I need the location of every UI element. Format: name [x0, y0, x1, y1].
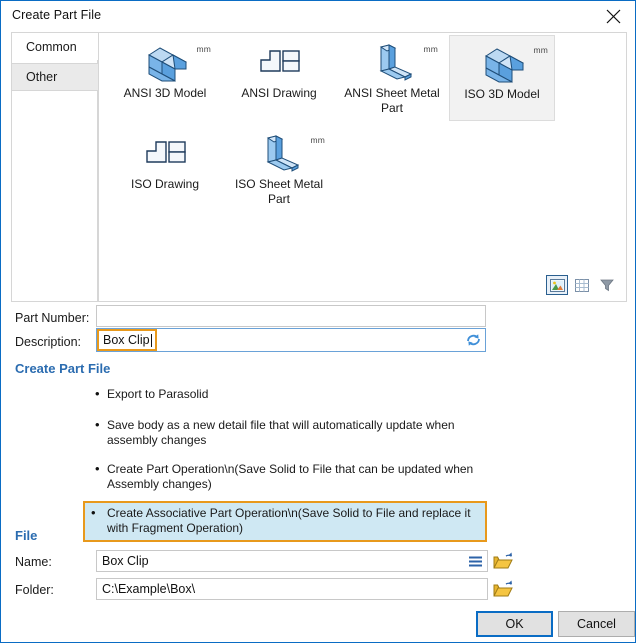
create-part-file-heading: Create Part File — [15, 361, 111, 376]
file-heading: File — [15, 528, 38, 543]
close-icon[interactable] — [591, 1, 635, 31]
unit-badge: mm — [533, 45, 548, 55]
tab-other[interactable]: Other — [11, 63, 99, 91]
tile-label: ANSI Sheet Metal Part — [344, 86, 440, 115]
part-number-input[interactable] — [96, 305, 486, 327]
sheet-metal-icon: mm — [360, 41, 438, 85]
option-save-body-as-detail-file[interactable]: Save body as a new detail file that will… — [89, 415, 493, 452]
drawing-sheet-icon — [133, 132, 197, 176]
file-name-input[interactable]: Box Clip — [96, 550, 488, 572]
tile-ansi-drawing[interactable]: ANSI Drawing — [226, 35, 332, 121]
tile-ansi-sheet-metal-part[interactable]: mm ANSI Sheet Metal Part — [339, 35, 445, 121]
create-part-file-options: Export to Parasolid Save body as a new d… — [83, 384, 493, 551]
option-create-part-operation[interactable]: Create Part Operation\n(Save Solid to Fi… — [89, 459, 493, 496]
tab-strip-filler — [11, 60, 98, 302]
file-folder-value: C:\Example\Box\ — [102, 582, 196, 596]
hamburger-menu-icon[interactable] — [467, 554, 483, 568]
tile-label: ANSI Drawing — [241, 86, 317, 100]
description-highlight: Box Clip — [97, 329, 157, 351]
tile-iso-drawing[interactable]: ISO Drawing — [112, 126, 218, 212]
file-name-browse-folder-open-icon[interactable] — [492, 550, 514, 572]
tile-iso-sheet-metal-part[interactable]: mm ISO Sheet Metal Part — [226, 126, 332, 212]
option-export-to-parasolid[interactable]: Export to Parasolid — [89, 384, 493, 406]
tile-label: ISO Sheet Metal Part — [234, 177, 324, 206]
file-name-value: Box Clip — [102, 554, 149, 568]
ok-button[interactable]: OK — [476, 611, 553, 637]
thumbnail-view-icon[interactable] — [546, 275, 568, 295]
view-mode-toolbar — [546, 275, 618, 295]
tile-label: ANSI 3D Model — [123, 86, 207, 100]
filter-icon[interactable] — [596, 275, 618, 295]
option-label: Create Associative Part Operation\n(Save… — [107, 505, 471, 536]
description-label: Description: — [15, 335, 81, 349]
iso-block-icon: mm — [133, 41, 211, 85]
template-gallery: mm ANSI 3D Model ANSI Drawing mm ANSI Sh… — [98, 32, 627, 302]
tile-label: ISO 3D Model — [464, 87, 540, 101]
description-value: Box Clip — [103, 333, 150, 347]
file-folder-input[interactable]: C:\Example\Box\ — [96, 578, 488, 600]
file-folder-label: Folder: — [15, 583, 54, 597]
option-label: Export to Parasolid — [107, 387, 209, 401]
sheet-metal-icon: mm — [247, 132, 325, 176]
ok-label: OK — [505, 617, 524, 631]
text-caret — [150, 333, 152, 347]
file-folder-browse-folder-open-icon[interactable] — [492, 578, 514, 600]
window-title: Create Part File — [12, 8, 102, 22]
cancel-label: Cancel — [577, 617, 616, 631]
file-name-label: Name: — [15, 555, 52, 569]
unit-badge: mm — [310, 135, 325, 145]
option-label: Create Part Operation\n(Save Solid to Fi… — [107, 461, 474, 492]
tile-label: ISO Drawing — [130, 177, 200, 191]
grid-view-icon[interactable] — [571, 275, 593, 295]
tab-common[interactable]: Common — [11, 32, 99, 60]
cancel-button[interactable]: Cancel — [558, 611, 635, 637]
unit-badge: mm — [423, 44, 438, 54]
tab-common-label: Common — [26, 39, 77, 54]
option-create-associative-part-operation[interactable]: Create Associative Part Operation\n(Save… — [83, 500, 487, 542]
title-bar: Create Part File — [1, 1, 635, 31]
description-input[interactable]: Box Clip — [96, 328, 486, 352]
unit-badge: mm — [196, 44, 211, 54]
drawing-sheet-icon — [247, 41, 311, 85]
tile-iso-3d-model[interactable]: mm ISO 3D Model — [449, 35, 555, 121]
iso-block-icon: mm — [470, 42, 548, 86]
create-part-file-dialog: Create Part File Common Other mm ANSI 3D… — [0, 0, 636, 643]
tile-ansi-3d-model[interactable]: mm ANSI 3D Model — [112, 35, 218, 121]
part-number-label: Part Number: — [15, 311, 90, 325]
refresh-icon[interactable] — [463, 331, 483, 349]
tab-other-label: Other — [26, 70, 58, 84]
option-label: Save body as a new detail file that will… — [107, 417, 455, 448]
